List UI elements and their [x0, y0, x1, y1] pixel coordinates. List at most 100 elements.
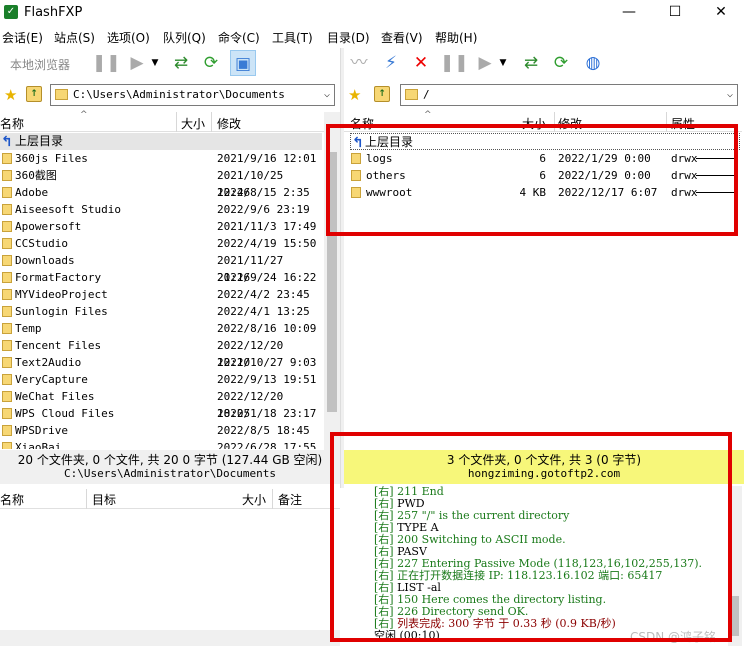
- queue-col-target[interactable]: 目标: [92, 491, 116, 508]
- scrollbar-thumb[interactable]: [731, 596, 739, 636]
- menu-view[interactable]: 查看(V): [381, 29, 423, 46]
- window-title: FlashFXP: [24, 5, 83, 20]
- left-path-input[interactable]: C:\Users\Administrator\Documents ⌵: [50, 84, 335, 106]
- list-item[interactable]: MYVideoProject 2022/4/2 23:45: [0, 286, 322, 303]
- list-item[interactable]: WeChat Files 2022/12/20 18:05: [0, 388, 322, 420]
- left-path-bar: ★ ↑ C:\Users\Administrator\Documents ⌵: [0, 82, 340, 108]
- favorites-star-icon[interactable]: ★: [348, 86, 361, 104]
- queue-col-note[interactable]: 备注: [278, 491, 302, 508]
- queue-col-size[interactable]: 大小: [242, 491, 266, 508]
- folder-icon: [2, 323, 12, 334]
- folder-icon: [2, 153, 12, 164]
- folder-icon: [2, 408, 12, 419]
- globe-icon[interactable]: ◍: [580, 50, 606, 76]
- list-item[interactable]: WPS Cloud Files 2022/1/18 23:17: [0, 405, 322, 422]
- file-name: Aiseesoft Studio: [15, 203, 121, 216]
- menu-help[interactable]: 帮助(H): [435, 29, 477, 46]
- favorites-star-icon[interactable]: ★: [4, 86, 17, 104]
- list-item[interactable]: Sunlogin Files 2022/4/1 13:25: [0, 303, 322, 320]
- maximize-button[interactable]: ☐: [652, 0, 698, 26]
- list-item[interactable]: 360js Files 2021/9/16 12:01: [0, 150, 322, 167]
- file-name: Sunlogin Files: [15, 305, 108, 318]
- file-date: 2022/1/18 23:17: [217, 407, 317, 420]
- file-name: 360截图: [15, 169, 57, 182]
- transfer-icon[interactable]: ⇄: [518, 50, 544, 76]
- file-date: 2021/9/16 12:01: [217, 152, 317, 165]
- list-item[interactable]: FormatFactory 2022/9/24 16:22: [0, 269, 322, 286]
- list-item[interactable]: Aiseesoft Studio 2022/9/6 23:19: [0, 201, 322, 218]
- file-name: Apowersoft: [15, 220, 82, 233]
- minimize-button[interactable]: —: [606, 0, 652, 26]
- list-item[interactable]: Temp 2022/8/16 10:09: [0, 320, 322, 337]
- queue-col-name[interactable]: 名称: [0, 491, 24, 508]
- list-item[interactable]: VeryCapture 2022/9/13 19:51: [0, 371, 322, 388]
- file-date: 2022/8/16 10:09: [217, 322, 317, 335]
- menu-tools[interactable]: 工具(T): [272, 29, 313, 46]
- folder-icon: [2, 238, 12, 249]
- transfer-icon[interactable]: ⇄: [168, 50, 194, 76]
- folder-icon: [2, 357, 12, 368]
- refresh-icon[interactable]: ⟳: [548, 50, 574, 76]
- file-name: CCStudio: [15, 237, 68, 250]
- list-item[interactable]: WPSDrive 2022/8/5 18:45: [0, 422, 322, 439]
- right-path-input[interactable]: / ⌵: [400, 84, 738, 106]
- menu-session[interactable]: 会话(E): [2, 29, 43, 46]
- folder-icon: [2, 374, 12, 385]
- file-name: WeChat Files: [15, 390, 95, 403]
- folder-icon: [2, 289, 12, 300]
- connect-icon[interactable]: 〰: [346, 50, 372, 76]
- right-toolbar: 〰 ⚡ ✕ ❚❚ ▶ ▼ ⇄ ⟳ ◍: [344, 48, 744, 78]
- folder-icon: [2, 187, 12, 198]
- abort-icon[interactable]: ✕: [408, 50, 434, 76]
- col-modified[interactable]: 修改: [217, 115, 241, 132]
- list-item[interactable]: 360截图 2021/10/25 12:46: [0, 167, 322, 199]
- list-item[interactable]: Downloads 2021/11/27 21:16: [0, 252, 322, 284]
- parent-directory-row[interactable]: ↰ 上层目录: [0, 133, 322, 150]
- col-name[interactable]: 名称: [0, 115, 24, 132]
- list-item[interactable]: Adobe 2022/8/15 2:35: [0, 184, 322, 201]
- pause-icon[interactable]: ❚❚: [440, 50, 469, 76]
- local-browser-label[interactable]: 本地浏览器: [10, 56, 70, 73]
- file-name: MYVideoProject: [15, 288, 108, 301]
- list-item[interactable]: CCStudio 2022/4/19 15:50: [0, 235, 322, 252]
- play-icon[interactable]: ▶: [124, 50, 150, 76]
- parent-folder-icon[interactable]: ↑: [26, 86, 42, 102]
- menu-directory[interactable]: 目录(D): [327, 29, 370, 46]
- disconnect-plug-icon[interactable]: ⚡: [378, 50, 404, 76]
- local-computer-icon[interactable]: ▣: [230, 50, 256, 76]
- menu-site[interactable]: 站点(S): [54, 29, 95, 46]
- play-icon[interactable]: ▶: [472, 50, 498, 76]
- menu-options[interactable]: 选项(O): [107, 29, 150, 46]
- left-path-text: C:\Users\Administrator\Documents: [73, 88, 285, 101]
- chevron-down-icon[interactable]: ⌵: [727, 85, 733, 105]
- pause-icon[interactable]: ❚❚: [92, 50, 121, 76]
- folder-icon: [2, 272, 12, 283]
- file-name: WPS Cloud Files: [15, 407, 115, 420]
- red-highlight-box-log: [330, 432, 732, 642]
- list-item[interactable]: XiaoBai 2022/6/28 17:55: [0, 439, 322, 449]
- left-status-summary: 20 个文件夹, 0 个文件, 共 20 0 字节 (127.44 GB 空闲): [17, 453, 323, 467]
- file-date: 2022/4/2 23:45: [217, 288, 310, 301]
- close-button[interactable]: ✕: [698, 0, 744, 26]
- file-name: Downloads: [15, 254, 75, 267]
- play-dropdown-icon[interactable]: ▼: [496, 50, 510, 76]
- file-name: Tencent Files: [15, 339, 102, 352]
- queue-hscrollbar[interactable]: [0, 630, 340, 646]
- file-date: 2022/10/27 9:03: [217, 356, 317, 369]
- refresh-icon[interactable]: ⟳: [198, 50, 224, 76]
- file-name: Temp: [15, 322, 42, 335]
- parent-folder-icon[interactable]: ↑: [374, 86, 390, 102]
- menu-commands[interactable]: 命令(C): [218, 29, 260, 46]
- file-name: WPSDrive: [15, 424, 68, 437]
- chevron-down-icon[interactable]: ⌵: [324, 85, 330, 105]
- file-date: 2022/8/15 2:35: [217, 186, 310, 199]
- list-item[interactable]: Text2Audio 2022/10/27 9:03: [0, 354, 322, 371]
- menu-queue[interactable]: 队列(Q): [163, 29, 206, 46]
- file-name: Adobe: [15, 186, 49, 199]
- col-size[interactable]: 大小: [181, 115, 205, 132]
- list-item[interactable]: Tencent Files 2022/12/20 12:10: [0, 337, 322, 369]
- list-item[interactable]: Apowersoft 2021/11/3 17:49: [0, 218, 322, 235]
- file-date: 2022/4/1 13:25: [217, 305, 310, 318]
- folder-icon: [2, 340, 12, 351]
- play-dropdown-icon[interactable]: ▼: [148, 50, 162, 76]
